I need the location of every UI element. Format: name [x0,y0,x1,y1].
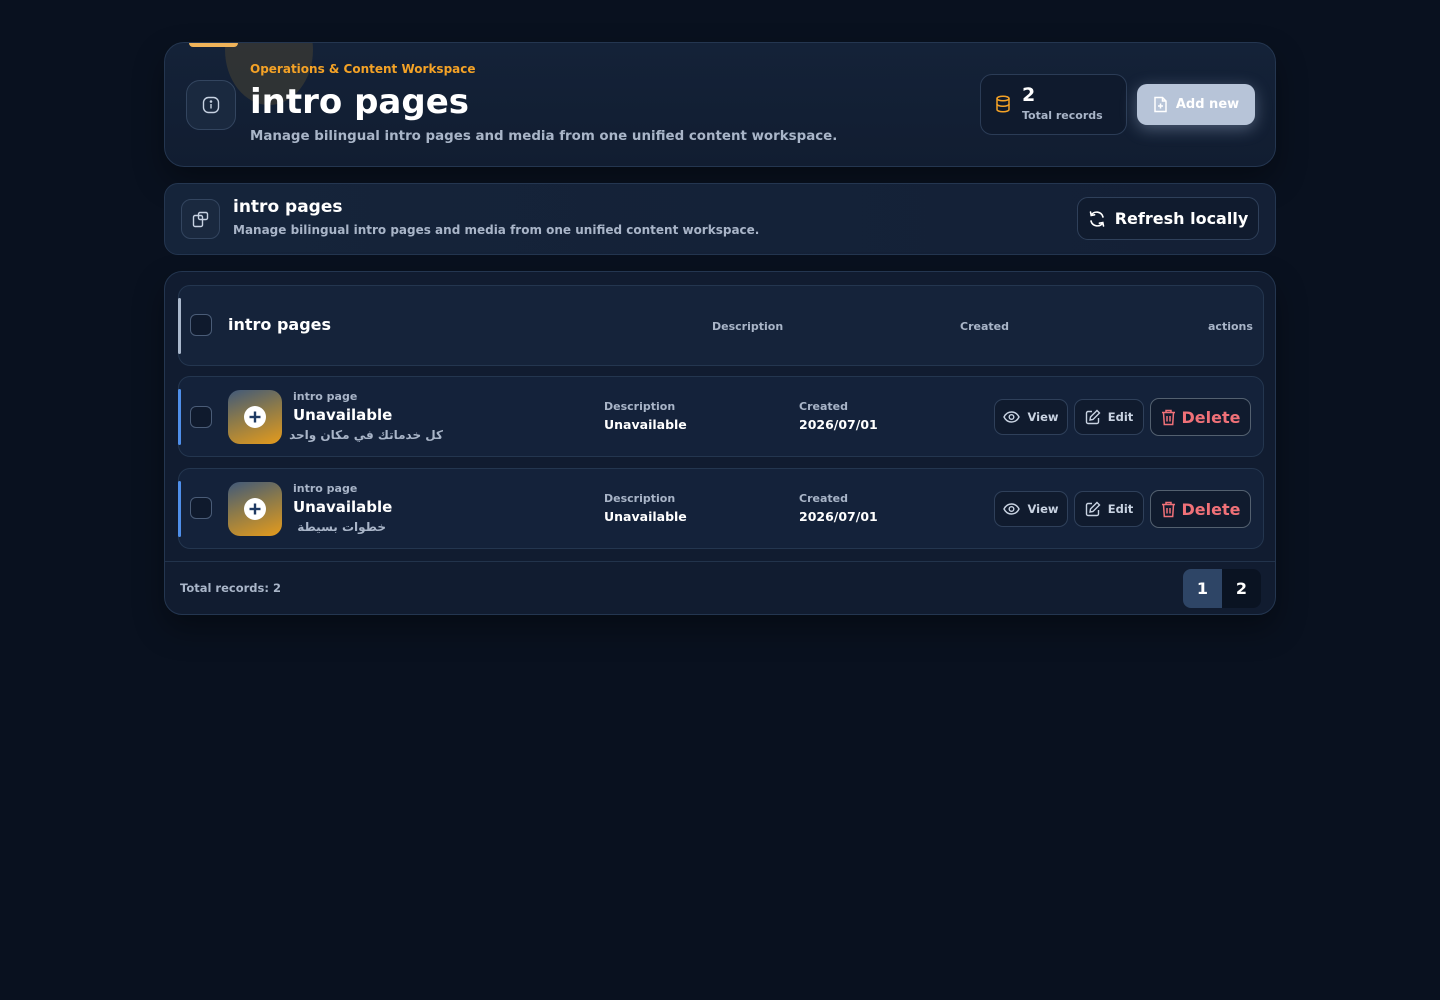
page-subtitle: Manage bilingual intro pages and media f… [250,129,838,144]
row-checkbox[interactable] [190,406,212,428]
created-value: 2026/07/01 [799,417,878,432]
edit-button[interactable]: Edit [1074,491,1144,527]
column-header-actions: actions [1208,320,1253,333]
table-row: intro page Unavailable كل خدماتك في مكان… [178,376,1264,457]
column-header-description: Description [712,320,784,333]
description-value: Unavailable [604,417,687,432]
refresh-button[interactable]: Refresh locally [1077,197,1259,240]
section-title: intro pages [233,197,343,217]
device-icon [192,211,209,227]
add-new-button[interactable]: Add new [1137,84,1255,125]
row-title: Unavailable [293,498,393,516]
file-plus-icon [1154,96,1167,113]
accent-tab [189,43,238,47]
row-thumbnail [228,390,282,444]
page-icon-container [186,80,236,130]
total-records-footer: Total records: 2 [180,581,281,595]
pencil-icon [1085,501,1101,517]
row-arabic-title: كل خدماتك في مكان واحد [289,428,443,442]
stat-label: Total records [1022,109,1103,122]
eye-icon [1003,411,1021,423]
edit-label: Edit [1107,502,1134,516]
description-label: Description [604,400,676,413]
pencil-icon [1085,409,1101,425]
table-header-row: intro pages Description Created actions [178,285,1264,366]
page-button-1[interactable]: 1 [1183,569,1222,608]
page-title: intro pages [250,82,469,122]
created-value: 2026/07/01 [799,509,878,524]
row-type-label: intro page [293,482,358,495]
description-label: Description [604,492,676,505]
refresh-icon [1089,210,1105,227]
section-toolbar: intro pages Manage bilingual intro pages… [164,183,1276,255]
total-records-stat: 2 Total records [980,74,1127,135]
delete-button[interactable]: Delete [1150,490,1251,528]
database-icon [996,95,1010,113]
trash-icon [1161,409,1175,425]
page-button-2[interactable]: 2 [1222,569,1261,608]
header-accent-bar [178,298,181,354]
view-label: View [1027,502,1059,516]
plus-circle-icon [244,498,266,520]
stat-value: 2 [1022,84,1036,106]
trash-icon [1161,501,1175,517]
table-row: intro page Unavailable خطوات بسيطة Descr… [178,468,1264,549]
view-button[interactable]: View [994,491,1068,527]
delete-label: Delete [1181,407,1241,427]
row-title: Unavailable [293,406,393,424]
eye-icon [1003,503,1021,515]
column-header-created: Created [960,320,1009,333]
page-eyebrow: Operations & Content Workspace [250,62,476,76]
records-table: intro pages Description Created actions … [164,271,1276,615]
row-accent-bar [178,481,181,537]
row-checkbox[interactable] [190,497,212,519]
edit-label: Edit [1107,410,1134,424]
refresh-label: Refresh locally [1114,209,1249,228]
row-arabic-title: خطوات بسيطة [297,520,386,534]
row-accent-bar [178,389,181,445]
view-button[interactable]: View [994,399,1068,435]
table-header-title: intro pages [228,315,332,334]
edit-button[interactable]: Edit [1074,399,1144,435]
section-icon-container [181,199,220,239]
created-label: Created [799,492,848,505]
section-subtitle: Manage bilingual intro pages and media f… [233,223,760,237]
plus-circle-icon [244,406,266,428]
add-new-label: Add new [1175,97,1240,112]
page-header-card: Operations & Content Workspace intro pag… [164,42,1276,167]
delete-button[interactable]: Delete [1150,398,1251,436]
view-label: View [1027,410,1059,424]
select-all-checkbox[interactable] [190,314,212,336]
created-label: Created [799,400,848,413]
description-value: Unavailable [604,509,687,524]
row-thumbnail [228,482,282,536]
info-icon [202,96,220,114]
row-type-label: intro page [293,390,358,403]
delete-label: Delete [1181,499,1241,519]
table-footer-divider [165,561,1275,562]
